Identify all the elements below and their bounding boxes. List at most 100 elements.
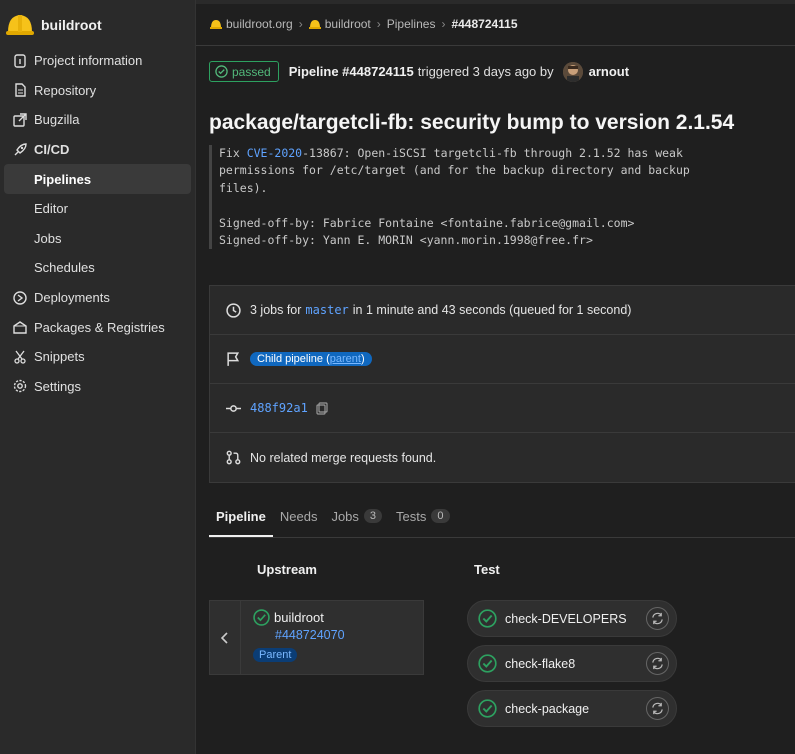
upstream-project-name: buildroot [274,610,324,625]
info-icon [12,53,28,69]
job-check-flake8[interactable]: check-flake8 [467,645,677,682]
sidebar-item-project-information[interactable]: Project information [4,46,191,76]
merge-request-icon [224,449,242,467]
breadcrumb-current[interactable]: #448724115 [451,17,517,31]
helmet-icon [4,9,36,41]
breadcrumb-group-label: buildroot.org [226,17,293,31]
job-check-developers[interactable]: check-DEVELOPERS [467,600,677,637]
check-circle-icon [478,699,497,718]
job-name: check-package [505,701,590,716]
sidebar-item-label: Repository [34,82,97,98]
signed-off-line: Signed-off-by: Yann E. MORIN <yann.morin… [219,233,593,248]
sidebar-item-label: Snippets [34,349,85,365]
helmet-icon [308,19,321,30]
sidebar-item-bugzilla[interactable]: Bugzilla [4,105,191,135]
external-link-icon [12,112,28,128]
tab-tests[interactable]: Tests 0 [389,500,456,537]
sidebar-item-label: Bugzilla [34,112,80,128]
package-icon [12,319,28,335]
gear-icon [12,378,28,394]
sidebar-item-deployments[interactable]: Deployments [4,283,191,313]
clock-icon [224,301,242,319]
sidebar-item-label: Packages & Registries [34,319,165,335]
tab-pipeline[interactable]: Pipeline [209,500,273,537]
deployments-icon [12,290,28,306]
merge-requests-text: No related merge requests found. [250,450,437,465]
project-name: buildroot [41,17,102,33]
rocket-icon [12,142,28,158]
helmet-icon [210,19,222,30]
page-title: package/targetcli-fb: security bump to v… [209,111,735,134]
breadcrumb-project[interactable]: buildroot [308,17,371,31]
commit-text: files). [219,180,268,195]
project-header[interactable]: buildroot [4,8,102,42]
tab-label: Jobs [331,509,359,524]
chevron-right-icon: › [441,17,446,31]
tab-label: Tests [396,509,427,524]
sidebar-item-label: Pipelines [34,171,92,187]
sidebar-item-repository[interactable]: Repository [4,76,191,106]
flag-icon [224,350,242,368]
sidebar-item-snippets[interactable]: Snippets [4,342,191,372]
breadcrumb-pipelines[interactable]: Pipelines [387,17,436,31]
tab-jobs[interactable]: Jobs 3 [324,500,389,537]
chevron-right-icon: › [376,17,381,31]
commit-text: Fix [219,146,247,160]
sidebar-item-jobs[interactable]: Jobs [4,224,191,254]
sidebar-item-label: Project information [34,53,143,69]
upstream-project: buildroot [253,609,345,626]
chevron-right-icon: › [298,17,303,31]
parent-link[interactable]: parent [330,353,361,365]
sidebar-item-pipelines[interactable]: Pipelines [4,164,191,194]
parent-badge: Parent [253,648,298,662]
sidebar-item-label: Deployments [34,290,110,306]
sidebar-item-label: Jobs [34,230,62,246]
snippet-icon [12,349,28,365]
upstream-pipeline-info: buildroot #448724070 Parent [241,601,345,674]
upstream-pipeline-link[interactable]: #448724070 [275,628,345,642]
pipeline-header: passed Pipeline #448724115 triggered 3 d… [209,61,629,82]
tab-needs[interactable]: Needs [273,500,325,537]
pipeline-id: Pipeline #448724115 [288,64,414,79]
breadcrumb-group[interactable]: buildroot.org [210,17,293,31]
document-icon [12,82,28,98]
sidebar: buildroot Project information Repository… [0,0,196,754]
check-circle-icon [478,654,497,673]
commit-message: Fix CVE-2020-13867: Open-iSCSI targetcli… [209,145,769,250]
sidebar-item-editor[interactable]: Editor [4,194,191,224]
commit-text: permissions for /etc/target (and for the… [219,163,690,178]
status-label: passed [232,64,271,79]
retry-icon[interactable] [646,697,669,720]
pipeline-tabs: Pipeline Needs Jobs 3 Tests 0 [209,500,795,538]
check-circle-icon [253,609,270,626]
sidebar-item-label: CI/CD [34,142,70,158]
sidebar-item-cicd[interactable]: CI/CD [4,135,191,165]
retry-icon[interactable] [646,607,669,630]
retry-icon[interactable] [646,652,669,675]
avatar[interactable] [562,61,583,82]
jobs-summary-text: 3 jobs for [250,303,302,317]
sidebar-item-label: Editor [34,201,68,217]
job-check-package[interactable]: check-package [467,690,677,727]
sidebar-item-label: Schedules [34,260,95,276]
commit-sha-link[interactable]: 488f92a1 [250,401,308,415]
tab-label: Pipeline [216,509,266,524]
merge-requests-row: No related merge requests found. [210,433,795,482]
check-circle-icon [478,609,497,628]
cve-link[interactable]: CVE-2020 [247,146,302,160]
branch-link[interactable]: master [305,303,348,317]
child-pipeline-label: Child pipeline ( [257,353,330,365]
triggered-text: triggered 3 days ago by [417,64,554,79]
sidebar-item-packages[interactable]: Packages & Registries [4,312,191,342]
status-badge[interactable]: passed [209,61,279,82]
author-link[interactable]: arnout [589,64,629,79]
main-content: buildroot.org › buildroot › Pipelines › … [196,0,795,754]
breadcrumb: buildroot.org › buildroot › Pipelines › … [210,17,518,31]
sidebar-item-schedules[interactable]: Schedules [4,253,191,283]
tab-count-badge: 0 [431,509,450,523]
pipeline-info-box: 3 jobs for master in 1 minute and 43 sec… [209,285,795,483]
chevron-left-icon[interactable] [210,601,241,674]
upstream-pipeline-card[interactable]: buildroot #448724070 Parent [209,600,424,675]
sidebar-item-settings[interactable]: Settings [4,372,191,402]
copy-icon[interactable] [316,401,328,415]
